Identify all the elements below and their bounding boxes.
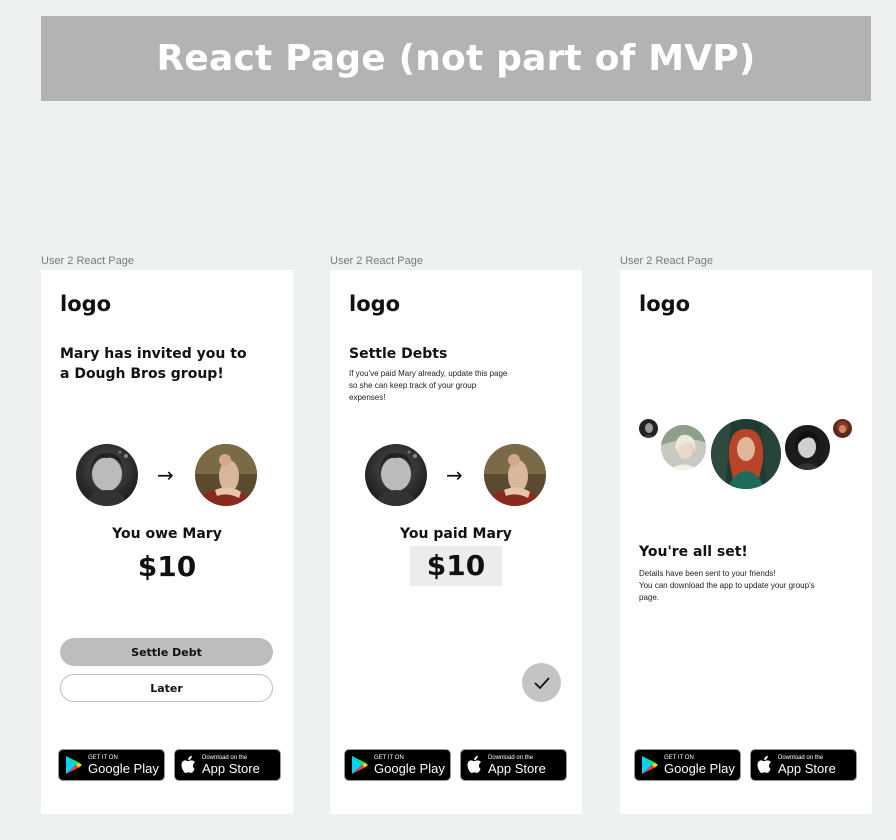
avatar-friend-5 — [833, 419, 852, 438]
logo: logo — [60, 292, 112, 316]
paid-text: You paid Mary — [400, 526, 512, 542]
frame-label-3: User 2 React Page — [620, 255, 713, 267]
all-set-subtext-2: You can download the app to update your … — [639, 581, 815, 602]
apple-badge-big: App Store — [488, 760, 546, 776]
google-play-icon — [66, 756, 82, 774]
app-store-badge[interactable]: Download on the App Store — [750, 749, 857, 781]
avatar-friend-3 — [711, 419, 781, 489]
apple-icon — [757, 755, 771, 773]
apple-icon — [181, 755, 195, 773]
screen-all-set: logo You're all set! Details have been s… — [620, 270, 872, 814]
avatar-painting — [484, 444, 546, 506]
google-play-badge[interactable]: GET IT ON Google Play — [344, 749, 451, 781]
settle-debt-button[interactable]: Settle Debt — [60, 638, 273, 666]
page-banner: React Page (not part of MVP) — [41, 16, 871, 101]
apple-badge-big: App Store — [202, 760, 260, 776]
avatar-friend-2 — [661, 425, 706, 470]
arrow-right-icon: → — [446, 463, 463, 487]
logo: logo — [349, 292, 401, 316]
owe-text: You owe Mary — [112, 526, 222, 542]
avatar-painting — [195, 444, 257, 506]
google-play-icon — [642, 756, 658, 774]
avatar-friend-1 — [639, 419, 658, 438]
amount-owed: $10 — [137, 550, 197, 583]
all-set-heading: You're all set! — [639, 544, 748, 560]
frame-label-2: User 2 React Page — [330, 255, 423, 267]
avatar-friend-4 — [785, 425, 830, 470]
invite-heading: Mary has invited you to a Dough Bros gro… — [60, 346, 247, 382]
app-store-badge[interactable]: Download on the App Store — [460, 749, 567, 781]
google-play-badge[interactable]: GET IT ON Google Play — [58, 749, 165, 781]
logo: logo — [639, 292, 691, 316]
arrow-right-icon: → — [157, 463, 174, 487]
all-set-subtext-1: Details have been sent to your friends! — [639, 569, 776, 578]
later-button[interactable]: Later — [60, 674, 273, 702]
settle-heading: Settle Debts — [349, 346, 448, 362]
amount-paid-field[interactable]: $10 — [410, 546, 502, 586]
banner-title: React Page (not part of MVP) — [156, 38, 756, 79]
google-play-badge[interactable]: GET IT ON Google Play — [634, 749, 741, 781]
frame-label-1: User 2 React Page — [41, 255, 134, 267]
screen-invite: logo Mary has invited you to a Dough Bro… — [41, 270, 293, 814]
google-play-icon — [352, 756, 368, 774]
screen-settle-debts: logo Settle Debts If you've paid Mary al… — [330, 270, 582, 814]
avatar-mary — [365, 444, 427, 506]
apple-badge-big: App Store — [778, 760, 836, 776]
google-badge-big: Google Play — [664, 760, 735, 776]
app-store-badge[interactable]: Download on the App Store — [174, 749, 281, 781]
google-badge-big: Google Play — [374, 760, 445, 776]
settle-subtext: If you've paid Mary already, update this… — [349, 369, 508, 402]
google-badge-big: Google Play — [88, 760, 159, 776]
avatar-mary — [76, 444, 138, 506]
checkmark-icon — [533, 676, 550, 689]
apple-icon — [467, 755, 481, 773]
confirm-button[interactable] — [522, 663, 561, 702]
